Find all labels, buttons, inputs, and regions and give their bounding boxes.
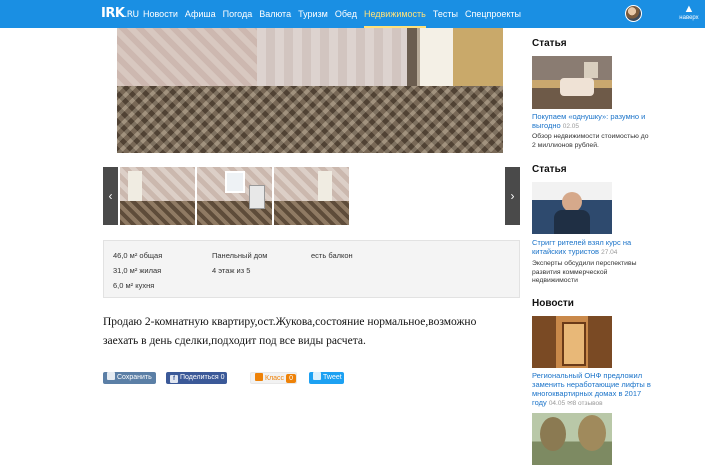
back-to-top-button[interactable]: ▲ наверх bbox=[677, 3, 701, 22]
main-nav: Новости Афиша Погода Валюта Туризм Обед … bbox=[143, 0, 528, 28]
photo-thumbnail-carousel: ‹ › bbox=[103, 167, 520, 225]
sidebar-article-1-title: Покупаем «однушку»: разумно и выгодно bbox=[532, 112, 646, 130]
sidebar-news-date: 04.05 bbox=[548, 400, 566, 407]
vk-share-button[interactable]: Сохранить bbox=[103, 372, 156, 384]
sidebar-article-2-subtitle: Эксперты обсудили перспективы развития к… bbox=[532, 260, 637, 284]
sidebar-article-1-date: 02.05 bbox=[562, 123, 580, 130]
sidebar-heading-news: Новости bbox=[532, 298, 574, 309]
user-avatar[interactable] bbox=[625, 5, 642, 22]
logo-text: IRK bbox=[101, 6, 125, 21]
sidebar-news-link[interactable]: Региональный ОНФ предложил заменить нера… bbox=[532, 371, 654, 408]
nav-item-news[interactable]: Новости bbox=[143, 0, 178, 28]
odnoklassniki-share-label: Класс bbox=[265, 375, 285, 382]
nav-item-lunch[interactable]: Обед bbox=[335, 0, 357, 28]
sidebar-heading-article-1: Статья bbox=[532, 38, 567, 49]
photo-doorway bbox=[417, 28, 453, 86]
sidebar-article-1-link[interactable]: Покупаем «однушку»: разумно и выгодно 02… bbox=[532, 112, 654, 131]
odnoklassniki-share-count: 0 bbox=[286, 374, 296, 383]
detail-area-living: 31,0 м² жилая bbox=[113, 266, 162, 275]
twitter-icon bbox=[313, 372, 321, 380]
odnoklassniki-share-button[interactable]: Класс 0 bbox=[250, 372, 297, 384]
arrow-up-icon: ▲ bbox=[683, 3, 695, 15]
chevron-left-icon: ‹ bbox=[108, 189, 113, 203]
sidebar-article-2-image[interactable] bbox=[532, 182, 612, 234]
facebook-share-button[interactable]: f Поделиться 0 bbox=[166, 372, 227, 384]
carousel-prev-button[interactable]: ‹ bbox=[103, 167, 118, 225]
logo-suffix: .RU bbox=[124, 10, 139, 20]
odnoklassniki-icon bbox=[255, 373, 263, 381]
nav-item-afisha[interactable]: Афиша bbox=[185, 0, 216, 28]
sidebar-heading-article-2: Статья bbox=[532, 164, 567, 175]
nav-item-real-estate[interactable]: Недвижимость bbox=[363, 0, 426, 28]
photo-thumbnail-1[interactable] bbox=[120, 167, 195, 225]
sidebar-news-image[interactable] bbox=[532, 316, 612, 368]
carousel-next-button[interactable]: › bbox=[505, 167, 520, 225]
photo-wall-right bbox=[453, 28, 503, 86]
detail-balcony: есть балкон bbox=[311, 251, 353, 260]
main-listing-photo[interactable] bbox=[117, 28, 503, 153]
chevron-right-icon: › bbox=[510, 189, 515, 203]
facebook-icon: f bbox=[170, 375, 178, 383]
sidebar-article-1-image[interactable] bbox=[532, 56, 612, 109]
photo-thumbnail-3[interactable] bbox=[274, 167, 349, 225]
nav-item-currency[interactable]: Валюта bbox=[259, 0, 291, 28]
top-navigation-bar: IRK.RU Новости Афиша Погода Валюта Туриз… bbox=[0, 0, 705, 28]
detail-floor: 4 этаж из 5 bbox=[212, 266, 251, 275]
back-to-top-label: наверх bbox=[679, 15, 699, 21]
photo-wall-left bbox=[117, 28, 257, 86]
listing-description: Продаю 2-комнатную квартиру,ост.Жукова,с… bbox=[103, 316, 477, 347]
nav-item-weather[interactable]: Погода bbox=[223, 0, 253, 28]
property-details: 46,0 м² общая 31,0 м² жилая 6,0 м² кухня… bbox=[103, 240, 520, 298]
detail-area-kitchen: 6,0 м² кухня bbox=[113, 281, 155, 290]
nav-item-tourism[interactable]: Туризм bbox=[298, 0, 328, 28]
photo-wall-center bbox=[257, 28, 407, 86]
facebook-share-label: Поделиться bbox=[180, 374, 219, 381]
twitter-share-button[interactable]: Tweet bbox=[309, 372, 344, 384]
photo-floor-pattern bbox=[117, 86, 503, 153]
vk-share-label: Сохранить bbox=[117, 374, 152, 381]
twitter-share-label: Tweet bbox=[323, 374, 342, 381]
site-logo[interactable]: IRK.RU bbox=[101, 6, 139, 21]
photo-thumbnail-2[interactable] bbox=[197, 167, 272, 225]
sidebar-news-comments: 8 отзывов bbox=[572, 400, 603, 407]
detail-building-type: Панельный дом bbox=[212, 251, 268, 260]
nav-item-special-projects[interactable]: Спецпроекты bbox=[465, 0, 521, 28]
nav-item-tests[interactable]: Тесты bbox=[433, 0, 458, 28]
sidebar-article-2-date: 27.04 bbox=[601, 249, 618, 256]
detail-area-total: 46,0 м² общая bbox=[113, 251, 163, 260]
sidebar-article-1-subtitle: Обзор недвижимости стоимостью до 2 милли… bbox=[532, 133, 649, 149]
vk-icon bbox=[107, 372, 115, 380]
sidebar-news-2-image[interactable] bbox=[532, 413, 612, 465]
facebook-share-count: 0 bbox=[220, 374, 225, 381]
sidebar-article-2-link[interactable]: Стригт рителей взял курс на китайских ту… bbox=[532, 238, 654, 257]
